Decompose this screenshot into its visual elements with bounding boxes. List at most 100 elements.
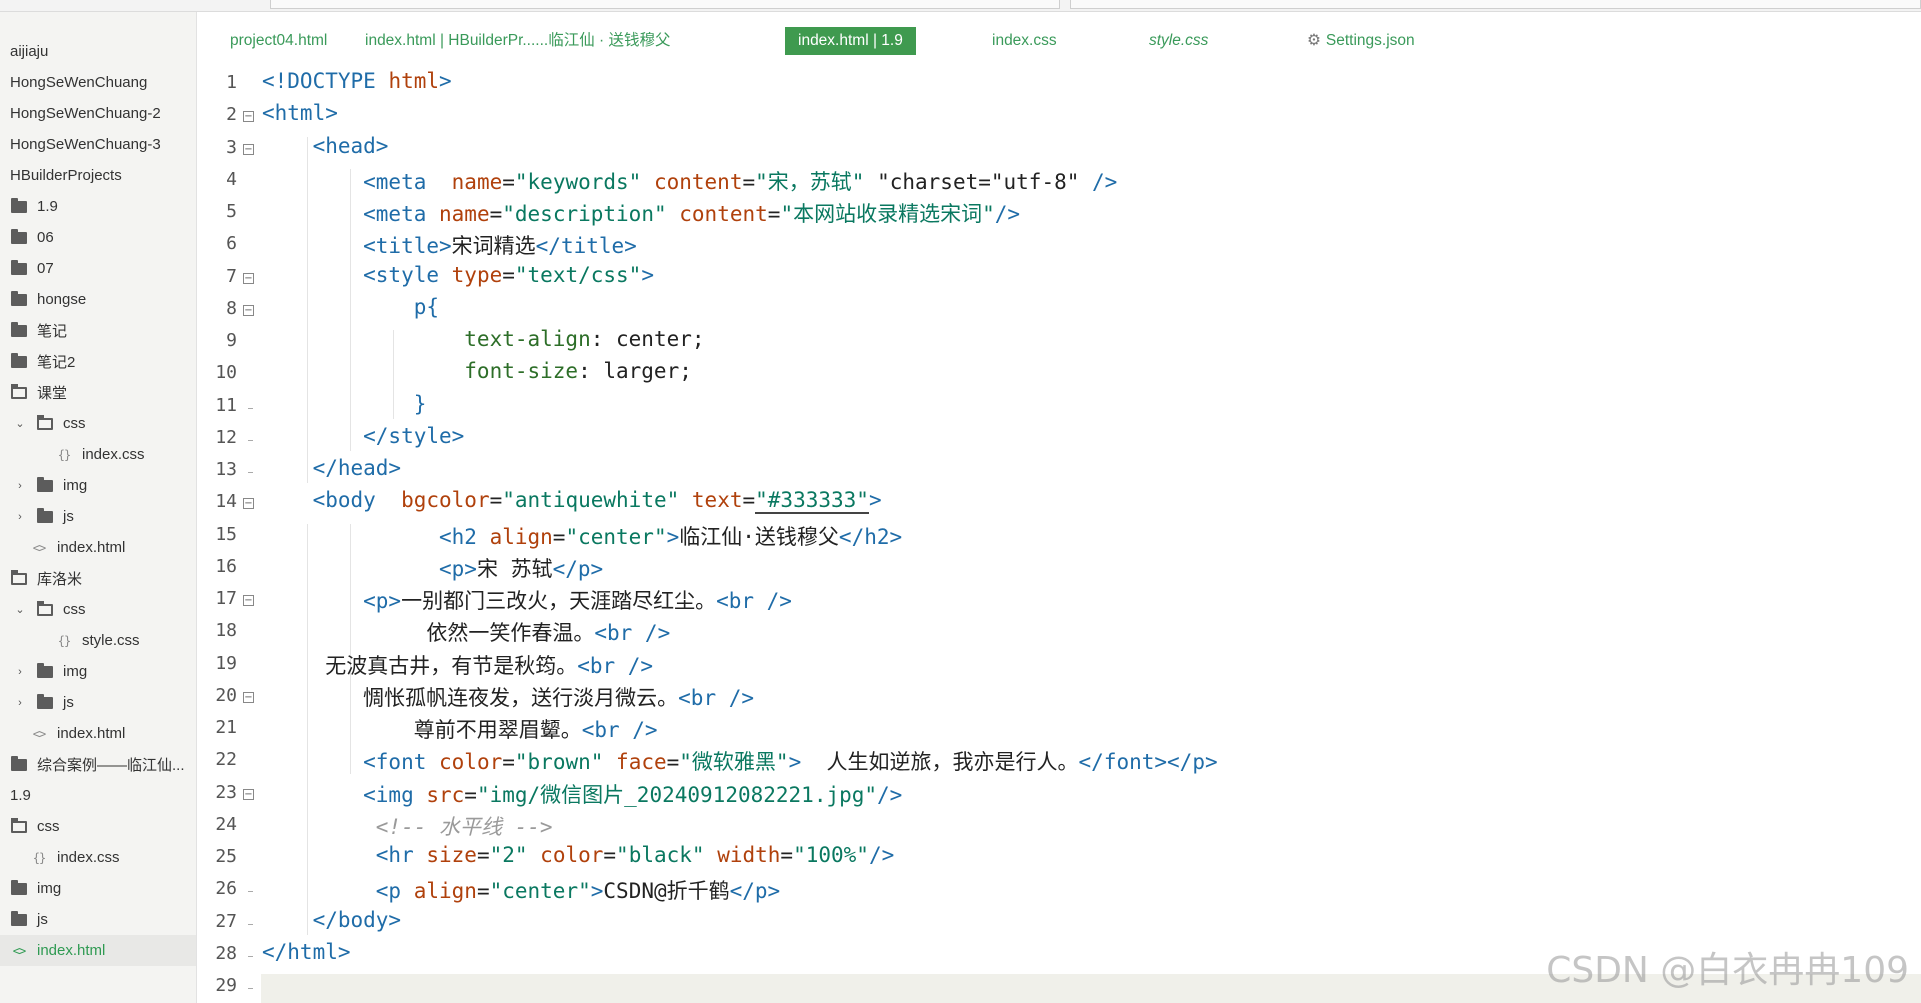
- code-line[interactable]: <body bgcolor="antiquewhite" text="#3333…: [262, 488, 882, 515]
- code-line[interactable]: 无波真古井，有节是秋筠。<br />: [262, 650, 653, 680]
- sidebar-item[interactable]: HongSeWenChuang-2: [0, 98, 196, 129]
- sidebar-item-label: 笔记2: [37, 354, 76, 371]
- editor-tab[interactable]: style.css: [1136, 27, 1221, 55]
- sidebar-item[interactable]: HongSeWenChuang: [0, 67, 196, 98]
- sidebar-item[interactable]: 1.9: [0, 191, 196, 222]
- code-line[interactable]: 尊前不用翠眉颦。<br />: [262, 714, 658, 744]
- fold-toggle-icon[interactable]: −: [243, 498, 254, 510]
- code-line[interactable]: <p>一别都门三改火，天涯踏尽红尘。<br />: [262, 585, 792, 615]
- sidebar-item[interactable]: <> index.html: [0, 532, 196, 563]
- chevron-down-icon[interactable]: ⌄: [14, 603, 26, 616]
- sidebar-item[interactable]: ⌄ css: [0, 408, 196, 439]
- search-field[interactable]: [1070, 0, 1921, 9]
- code-editor[interactable]: 1 <!DOCTYPE html> 2− <html> 3− <head> 4 <meta…: [197, 66, 1921, 1003]
- editor-tab[interactable]: ⚙ Settings.json: [1294, 27, 1428, 55]
- code-line[interactable]: </html>: [262, 940, 351, 964]
- fold-toggle-icon[interactable]: −: [243, 304, 254, 316]
- tab-label: index.html | HBuilderPr......临江仙 · 送钱穆父: [365, 32, 671, 49]
- chevron-right-icon[interactable]: ›: [14, 511, 26, 523]
- fold-toggle-icon[interactable]: −: [243, 788, 254, 800]
- code-line[interactable]: 惆怅孤帆连夜发，送行淡月微云。<br />: [262, 682, 754, 712]
- editor-tab[interactable]: index.css: [979, 27, 1070, 55]
- sidebar-item[interactable]: › js: [0, 501, 196, 532]
- code-token: =: [780, 843, 794, 867]
- code-token: "本网站收录精选宋词": [780, 202, 995, 226]
- code-line[interactable]: <h2 align="center">临江仙·送钱穆父</h2>: [262, 521, 902, 551]
- fold-toggle-icon[interactable]: −: [243, 691, 254, 703]
- line-number: 2: [226, 104, 237, 126]
- sidebar-item[interactable]: HongSeWenChuang-3: [0, 129, 196, 160]
- code-line[interactable]: <p>宋 苏轼</p>: [262, 553, 603, 583]
- line-number: 18: [215, 620, 237, 642]
- tab-label: index.html | 1.9: [798, 32, 903, 49]
- sidebar-item[interactable]: img: [0, 873, 196, 904]
- chevron-right-icon[interactable]: ›: [14, 666, 26, 678]
- sidebar-item[interactable]: 库洛米: [0, 563, 196, 594]
- chevron-down-icon[interactable]: ⌄: [14, 417, 26, 430]
- sidebar-item[interactable]: 综合案例——临江仙...: [0, 749, 196, 780]
- sidebar-item[interactable]: 07: [0, 253, 196, 284]
- sidebar-item[interactable]: <> index.html: [0, 718, 196, 749]
- sidebar-item-label: 笔记: [37, 323, 68, 340]
- sidebar-item[interactable]: 1.9: [0, 780, 196, 811]
- chevron-right-icon[interactable]: ›: [14, 697, 26, 709]
- sidebar-item[interactable]: <> index.html: [0, 935, 196, 966]
- editor-tab[interactable]: index.html | 1.9: [785, 27, 916, 55]
- code-token: =: [552, 524, 566, 549]
- code-line[interactable]: 依然一笑作春温。<br />: [262, 617, 670, 647]
- sidebar-item[interactable]: HBuilderProjects: [0, 160, 196, 191]
- code-line[interactable]: font-size: larger;: [262, 359, 692, 383]
- sidebar-item[interactable]: 笔记2: [0, 346, 196, 377]
- sidebar-item[interactable]: 笔记: [0, 315, 196, 346]
- fold-toggle-icon[interactable]: −: [243, 272, 254, 284]
- code-line[interactable]: <style type="text/css">: [262, 263, 654, 287]
- code-line[interactable]: </body>: [262, 908, 402, 932]
- sidebar-item[interactable]: aijiaju: [0, 36, 196, 67]
- sidebar-item[interactable]: {} index.css: [0, 439, 196, 470]
- folder-icon: [36, 662, 54, 679]
- sidebar-item[interactable]: ⌄ css: [0, 594, 196, 625]
- sidebar-item-label: HBuilderProjects: [10, 167, 122, 184]
- code-line[interactable]: <title>宋词精选</title>: [262, 230, 637, 260]
- fold-toggle-icon[interactable]: −: [243, 143, 254, 155]
- code-line[interactable]: <img src="img/微信图片_20240912082221.jpg"/>: [262, 779, 902, 809]
- code-line[interactable]: <font color="brown" face="微软雅黑"> 人生如逆旅，我…: [262, 746, 1217, 776]
- sidebar-item[interactable]: css: [0, 811, 196, 842]
- sidebar-item[interactable]: hongse: [0, 284, 196, 315]
- code-token: "微软雅黑": [679, 750, 789, 775]
- code-line[interactable]: <!-- 水平线 -->: [262, 811, 553, 841]
- sidebar-item-label: index.html: [57, 725, 126, 742]
- code-token: 无波真古井，有节是秋筠。: [262, 653, 578, 678]
- sidebar-item[interactable]: › js: [0, 687, 196, 718]
- code-line[interactable]: </head>: [262, 456, 402, 480]
- code-line[interactable]: <!DOCTYPE html>: [262, 69, 452, 93]
- code-token: </h2>: [838, 524, 903, 549]
- css-file-icon: {}: [57, 633, 71, 648]
- sidebar-item[interactable]: js: [0, 904, 196, 935]
- editor-tab[interactable]: project04.html: [217, 27, 340, 55]
- sidebar-item[interactable]: {} index.css: [0, 842, 196, 873]
- code-line[interactable]: text-align: center;: [262, 327, 704, 351]
- code-token: 依然一笑作春温。: [262, 621, 595, 646]
- chevron-right-icon[interactable]: ›: [14, 480, 26, 492]
- sidebar-item[interactable]: › img: [0, 470, 196, 501]
- code-line[interactable]: </style>: [262, 424, 464, 448]
- address-field[interactable]: [270, 0, 1060, 9]
- sidebar-item[interactable]: 课堂: [0, 377, 196, 408]
- sidebar-item-label: 1.9: [10, 787, 31, 804]
- code-line[interactable]: }: [262, 392, 427, 416]
- fold-toggle-icon[interactable]: −: [243, 595, 254, 606]
- code-line[interactable]: <hr size="2" color="black" width="100%"/…: [262, 843, 894, 867]
- code-line[interactable]: <html>: [262, 101, 338, 125]
- code-line[interactable]: <meta name="keywords" content="宋，苏轼" "ch…: [262, 166, 1117, 196]
- code-line[interactable]: p{: [262, 295, 439, 319]
- sidebar-item[interactable]: 06: [0, 222, 196, 253]
- sidebar-item[interactable]: {} style.css: [0, 625, 196, 656]
- folder-open-icon: [36, 414, 54, 431]
- sidebar-item[interactable]: › img: [0, 656, 196, 687]
- editor-tab[interactable]: index.html | HBuilderPr......临江仙 · 送钱穆父: [352, 27, 683, 55]
- fold-toggle-icon[interactable]: −: [243, 111, 254, 123]
- code-line[interactable]: <meta name="description" content="本网站收录精…: [262, 198, 1020, 228]
- code-line[interactable]: <head>: [262, 134, 389, 158]
- code-line[interactable]: <p align="center">CSDN@折千鹤</p>: [262, 875, 780, 905]
